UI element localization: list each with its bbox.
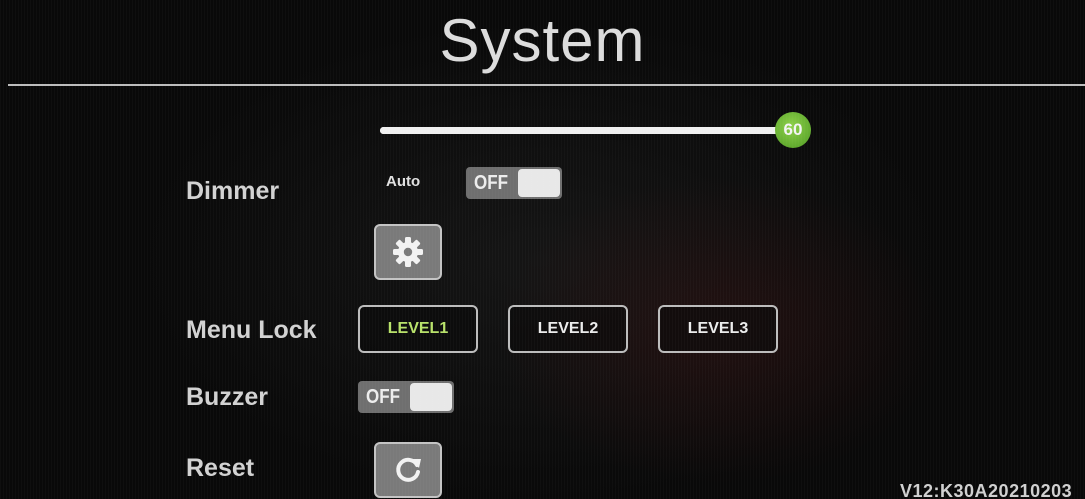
dimmer-slider[interactable]: 60	[380, 112, 840, 148]
menu-lock-level1-button[interactable]: LEVEL1	[358, 305, 478, 353]
buzzer-toggle-knob	[410, 383, 452, 411]
firmware-version: V12:K30A20210203	[900, 481, 1073, 499]
menu-lock-level2-button[interactable]: LEVEL2	[508, 305, 628, 353]
page-title: System	[439, 7, 646, 74]
gear-icon	[393, 237, 423, 267]
reset-label: Reset	[186, 454, 255, 482]
dimmer-settings-button[interactable]	[374, 224, 442, 280]
title-divider	[8, 84, 1085, 86]
dimmer-label: Dimmer	[186, 177, 280, 205]
reset-button[interactable]	[374, 442, 442, 498]
buzzer-toggle[interactable]: OFF	[358, 381, 454, 413]
auto-dimmer-toggle-knob	[518, 169, 560, 197]
buzzer-label: Buzzer	[186, 383, 268, 411]
menu-lock-level3-button[interactable]: LEVEL3	[658, 305, 778, 353]
system-settings-screen: System 60 Dimmer Auto OFF Menu Lock LEVE…	[0, 0, 1085, 499]
auto-dimmer-toggle-text: OFF	[474, 172, 508, 194]
refresh-icon	[396, 457, 421, 482]
auto-label: Auto	[386, 173, 421, 190]
dimmer-slider-fill	[380, 127, 793, 134]
auto-dimmer-toggle[interactable]: OFF	[466, 167, 562, 199]
dimmer-slider-thumb[interactable]: 60	[775, 112, 811, 148]
menu-lock-label: Menu Lock	[186, 316, 317, 344]
buzzer-toggle-text: OFF	[366, 386, 400, 408]
